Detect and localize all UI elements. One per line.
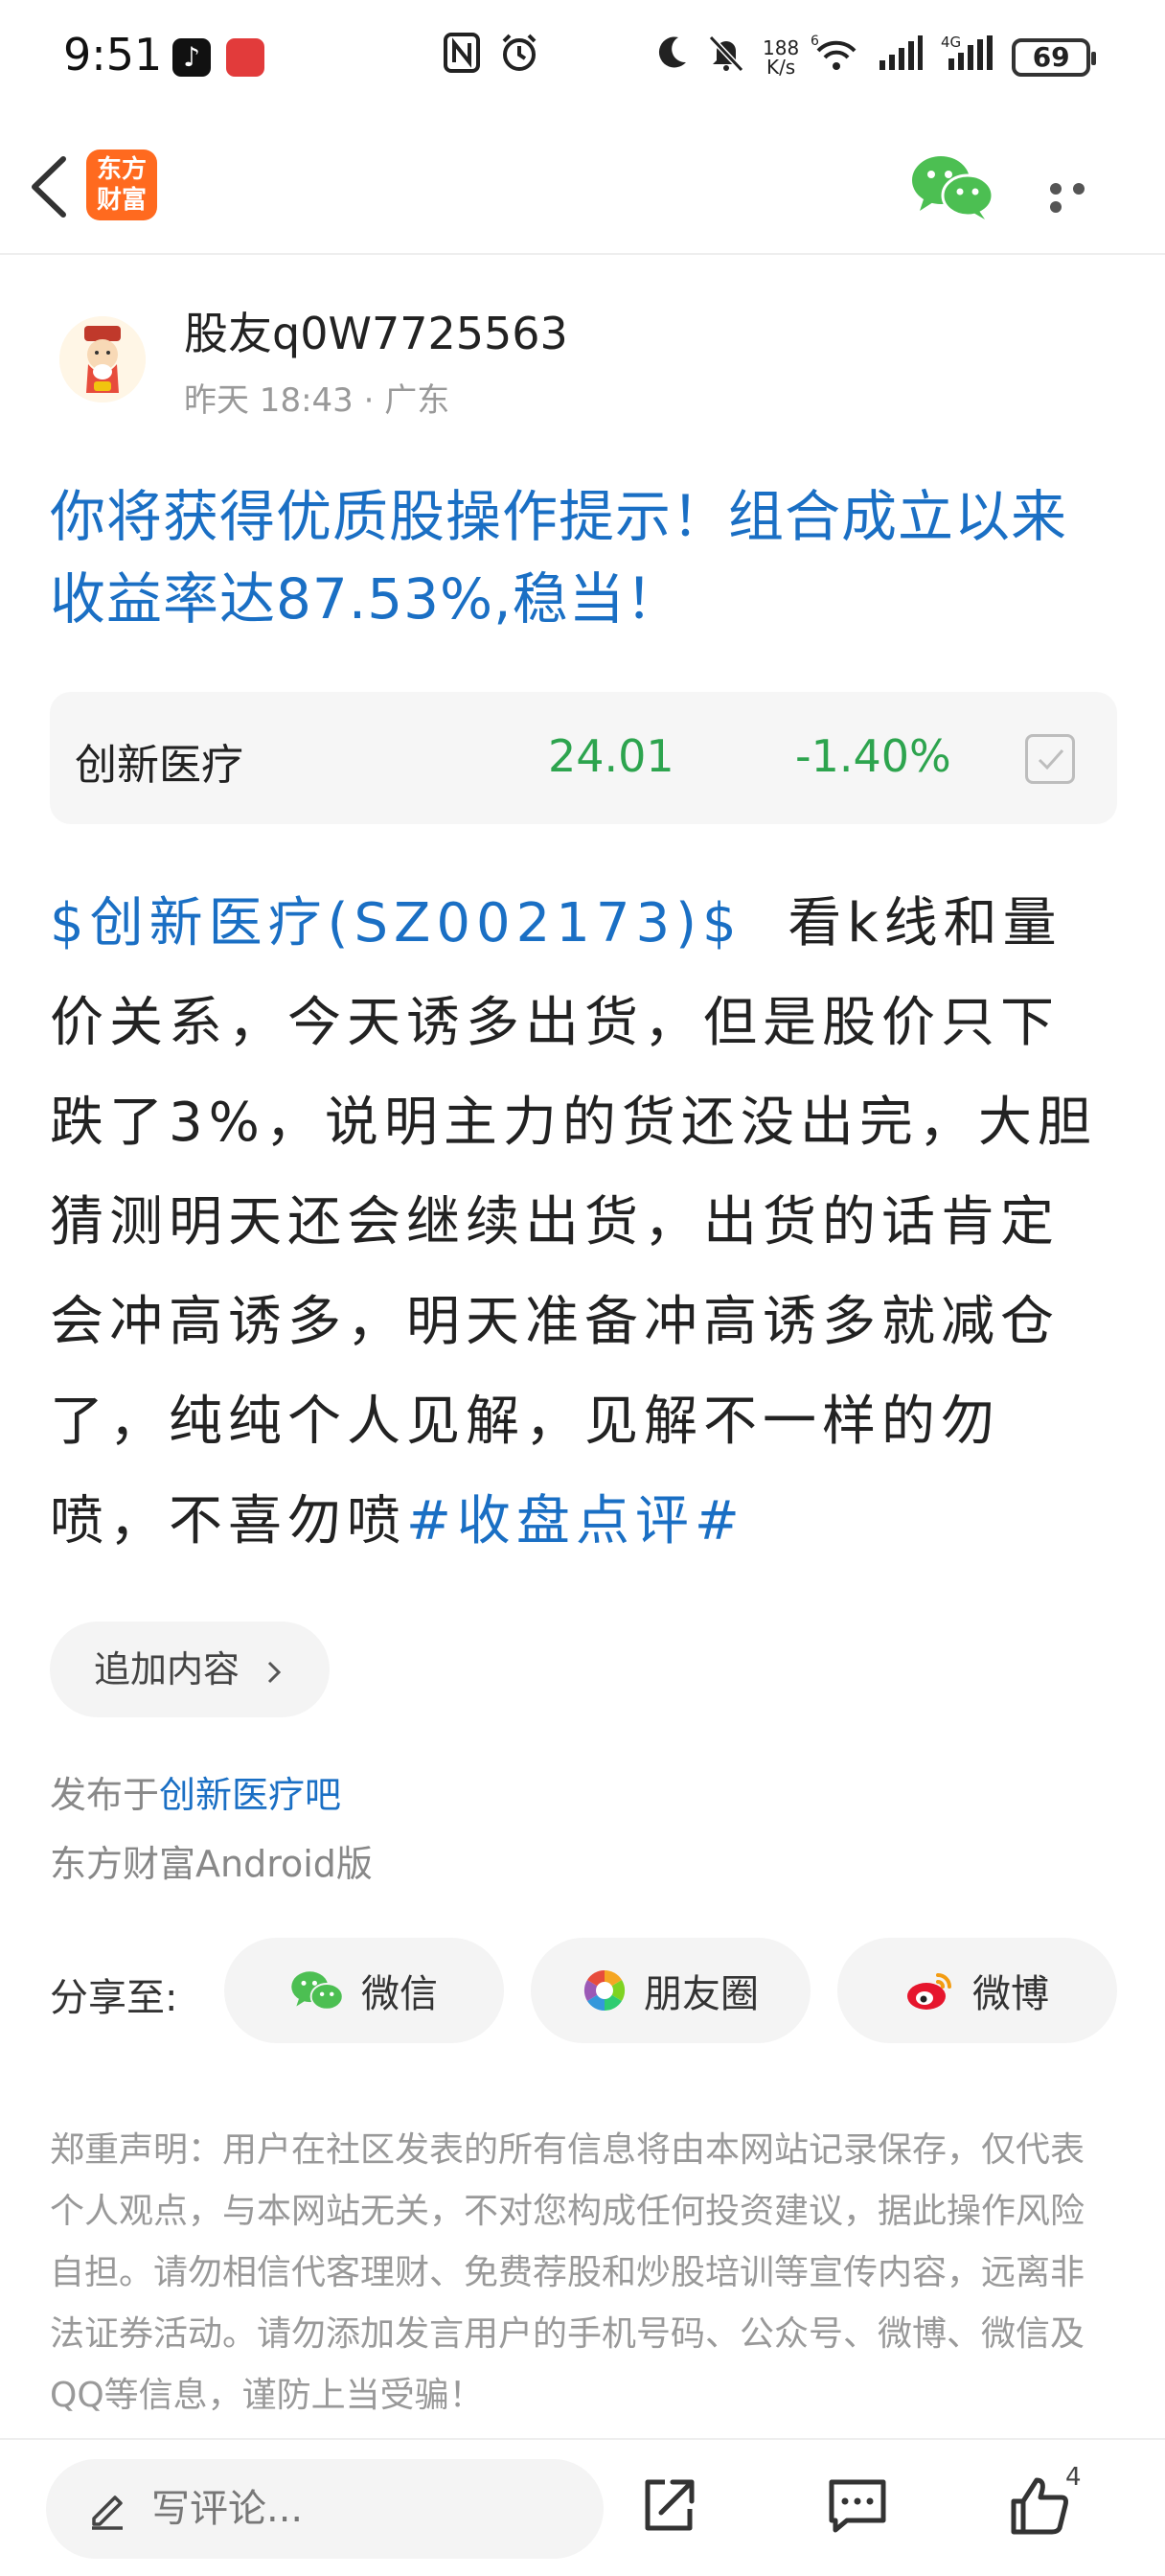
bottom-action-bar: 写评论... 4 (0, 2438, 1165, 2576)
share-button[interactable] (638, 2474, 699, 2540)
like-button[interactable] (1008, 2474, 1071, 2542)
post-location: 广东 (384, 381, 450, 420)
status-time: 9:51 (63, 29, 163, 80)
status-left-icons (443, 33, 558, 82)
chevron-right-icon (268, 1661, 282, 1683)
more-options-button[interactable] (1050, 180, 1117, 213)
eastmoney-logo[interactable]: 东方 财富 (86, 150, 157, 220)
share-label: 分享至: (50, 1976, 178, 2020)
thumbs-up-icon (1011, 2477, 1068, 2535)
share-out-icon (645, 2479, 695, 2531)
svg-text:6: 6 (811, 34, 819, 49)
comment-input[interactable]: 写评论... (46, 2459, 604, 2559)
stock-bar-link[interactable]: 创新医疗吧 (159, 1774, 341, 1816)
chevron-left-icon (32, 156, 66, 218)
do-not-disturb-icon (651, 34, 690, 81)
watchlist-checkbox-icon[interactable] (1025, 734, 1075, 784)
stock-change: -1.40% (795, 730, 951, 782)
stock-name: 创新医疗 (75, 741, 243, 790)
like-count: 4 (1065, 2463, 1082, 2492)
nfc-icon (443, 32, 481, 83)
moments-aperture-icon (583, 1969, 626, 2012)
stock-price: 24.01 (548, 730, 674, 782)
status-bar: 9:51 ♪ 188 K/s 6 4G 69 (0, 0, 1165, 115)
meta-separator: · (363, 381, 375, 420)
comment-bubble-icon (829, 2479, 886, 2533)
wechat-share-icon[interactable] (910, 151, 994, 220)
app-header: 东方 财富 (0, 125, 1165, 255)
posted-prefix: 发布于 (50, 1774, 160, 1816)
alarm-icon (498, 32, 540, 83)
stock-quote-card[interactable]: 创新医疗 24.01 -1.40% (50, 692, 1117, 824)
wifi-icon: 6 (811, 34, 860, 81)
mute-icon (707, 34, 745, 81)
share-weibo-button[interactable]: 微博 (837, 1938, 1117, 2043)
wechat-icon (291, 1971, 344, 2011)
battery-indicator: 69 (1012, 38, 1097, 77)
hashtag-link[interactable]: #收盘点评# (406, 1490, 745, 1552)
status-right-icons: 188 K/s 6 4G 69 (651, 33, 1097, 82)
share-wechat-label: 微信 (361, 1972, 438, 2016)
post-body: $创新医疗(SZ002173)$ 看k线和量价关系，今天诱多出货，但是股价只下跌… (50, 874, 1117, 1572)
net-speed: 188 K/s (763, 36, 800, 79)
post-meta: 昨天 18:43 · 广东 (184, 374, 449, 421)
disclaimer-text: 郑重声明：用户在社区发表的所有信息将由本网站记录保存，仅代表个人观点，与本网站无… (50, 2130, 1085, 2415)
back-button[interactable] (25, 153, 73, 220)
weibo-icon (907, 1973, 951, 2010)
app-notification-icon (226, 38, 264, 77)
tiktok-icon: ♪ (172, 38, 211, 77)
svg-text:4G: 4G (941, 34, 961, 51)
share-moments-label: 朋友圈 (644, 1972, 759, 2016)
post-body-text: 看k线和量价关系，今天诱多出货，但是股价只下跌了3%，说明主力的货还没出完，大胆… (50, 892, 1097, 1552)
stock-tag-link[interactable]: $创新医疗(SZ002173)$ (50, 892, 742, 954)
post-time: 昨天 18:43 (184, 381, 354, 420)
posted-in: 发布于创新医疗吧 (50, 1765, 341, 1818)
share-wechat-button[interactable]: 微信 (224, 1938, 504, 2043)
signal-icon (878, 34, 924, 81)
comment-placeholder: 写评论... (151, 2487, 304, 2531)
author-name[interactable]: 股友q0W7725563 (184, 299, 568, 362)
post-title[interactable]: 你将获得优质股操作提示！组合成立以来收益率达87.53%,稳当！ (50, 475, 1119, 640)
append-content-label: 追加内容 (94, 1648, 240, 1690)
pencil-icon (92, 2496, 123, 2530)
comments-button[interactable] (826, 2474, 889, 2540)
author-avatar[interactable] (59, 316, 146, 402)
append-content-button[interactable]: 追加内容 (50, 1622, 330, 1717)
signal-4g-icon: 4G (941, 34, 994, 81)
client-source: 东方财富Android版 (50, 1843, 373, 1885)
share-weibo-label: 微博 (972, 1972, 1049, 2016)
share-moments-button[interactable]: 朋友圈 (531, 1938, 811, 2043)
